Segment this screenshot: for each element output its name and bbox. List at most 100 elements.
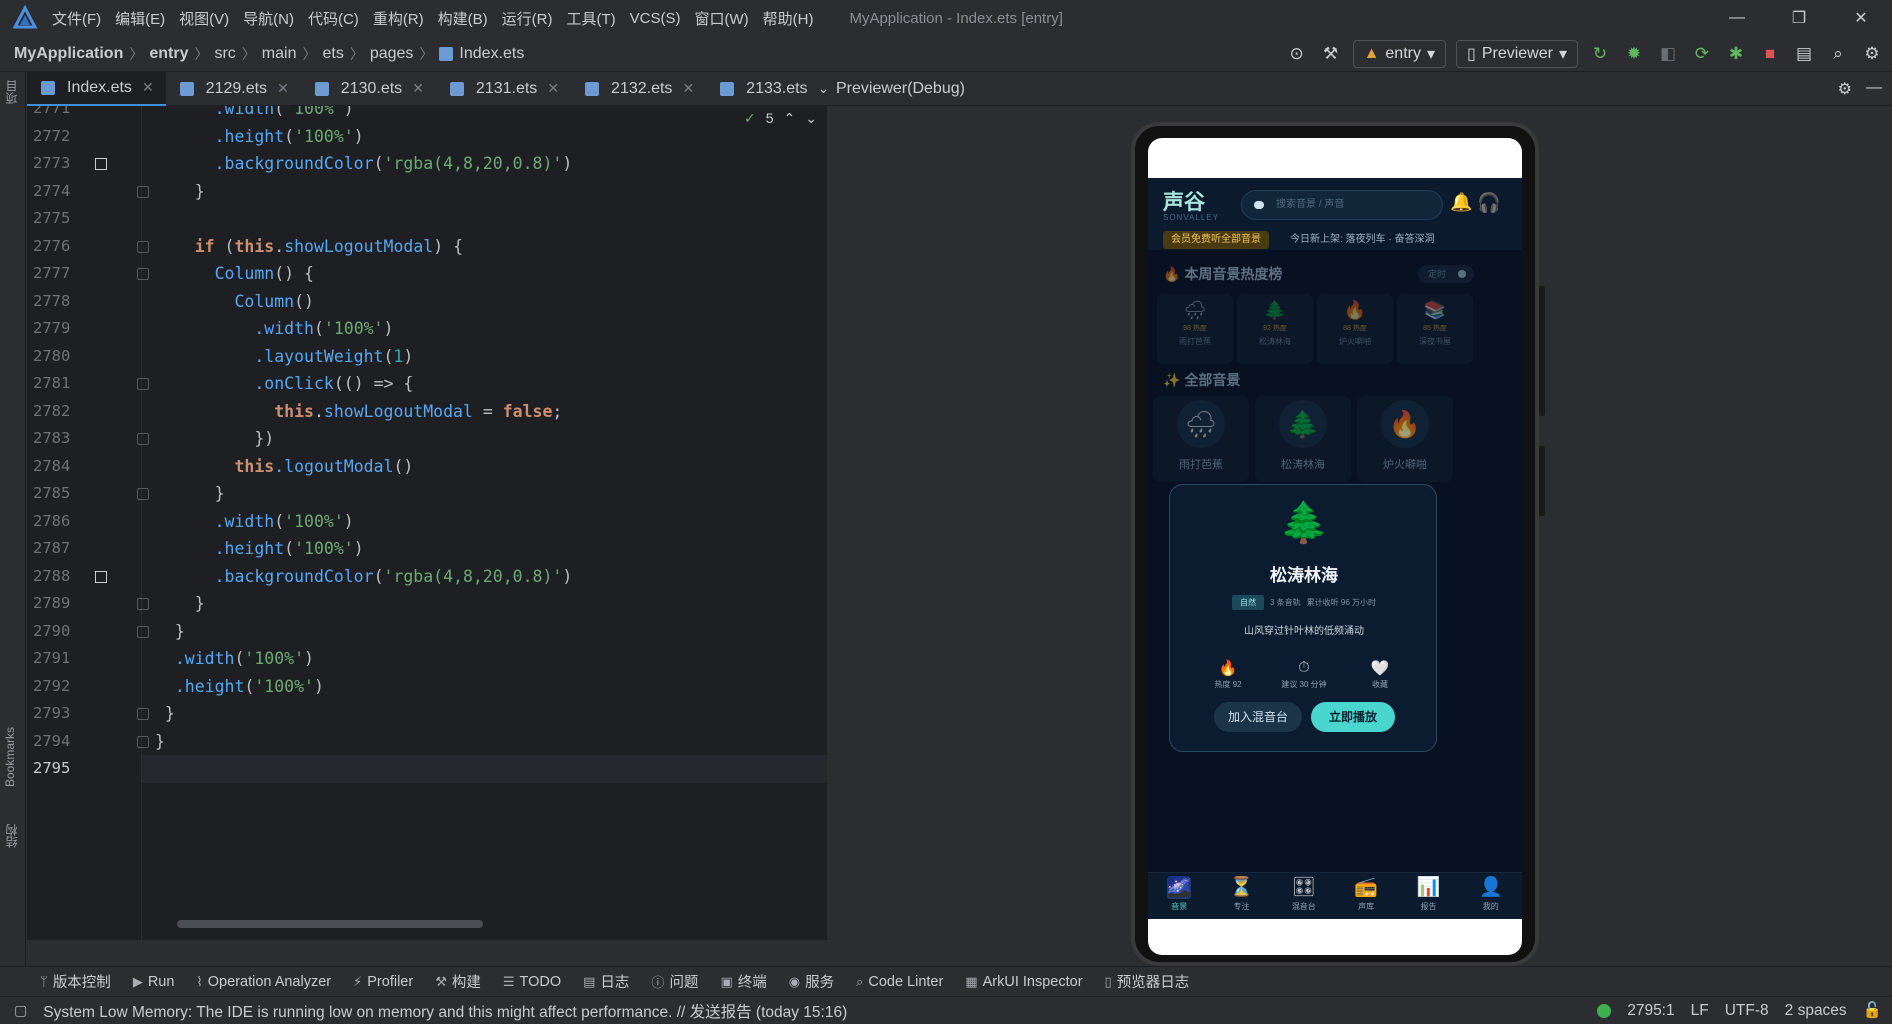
- code-line[interactable]: 2792 .height('100%'): [27, 673, 827, 701]
- nav-report[interactable]: 📊 报告: [1397, 873, 1459, 919]
- search-icon[interactable]: ⌕: [1826, 42, 1850, 66]
- menu-help[interactable]: 帮助(H): [763, 8, 814, 29]
- close-icon[interactable]: ✕: [547, 80, 559, 97]
- fold-marker-icon[interactable]: [137, 625, 149, 638]
- tool-log[interactable]: ▤ 日志: [583, 971, 629, 992]
- tab-index-ets[interactable]: Index.ets ✕: [27, 71, 166, 106]
- target-icon[interactable]: ⊙: [1285, 42, 1309, 66]
- play-now-button[interactable]: 立即播放: [1311, 702, 1395, 732]
- code-line[interactable]: 2784 this.logoutModal(): [27, 453, 827, 481]
- close-icon[interactable]: ✕: [142, 79, 154, 96]
- fold-marker-icon[interactable]: [137, 268, 149, 280]
- menu-window[interactable]: 窗口(W): [694, 8, 748, 29]
- close-icon[interactable]: ✕: [412, 80, 424, 97]
- tab-2132-ets[interactable]: 2132.ets ✕: [571, 72, 706, 106]
- code-line[interactable]: 2782 this.showLogoutModal = false;: [27, 398, 827, 426]
- device-selector[interactable]: ▯ Previewer ▾: [1456, 40, 1578, 68]
- apply-changes-icon[interactable]: ⟳: [1690, 42, 1714, 66]
- menu-view[interactable]: 视图(V): [179, 8, 229, 29]
- code-line[interactable]: 2772 .height('100%'): [27, 123, 827, 151]
- hammer-icon[interactable]: ⚒: [1319, 42, 1343, 66]
- tab-2129-ets[interactable]: 2129.ets ✕: [166, 72, 301, 106]
- hot-card[interactable]: 📚 85 热度 深夜书屋: [1397, 294, 1473, 364]
- nav-mixer[interactable]: 🎛 混音台: [1273, 873, 1335, 919]
- bell-icon[interactable]: 🔔: [1450, 192, 1472, 213]
- breadcrumb-ets[interactable]: ets: [322, 45, 343, 63]
- timer-toggle[interactable]: 定时: [1418, 265, 1474, 283]
- fold-marker-icon[interactable]: [137, 735, 149, 748]
- code-line[interactable]: 2776 if (this.showLogoutModal) {: [27, 233, 827, 261]
- tab-2131-ets[interactable]: 2131.ets ✕: [436, 72, 571, 106]
- code-line[interactable]: 2783 }): [27, 425, 827, 453]
- menu-vcs[interactable]: VCS(S): [630, 10, 681, 27]
- code-line[interactable]: 2794}: [27, 728, 827, 756]
- code-line[interactable]: 2791 .width('100%'): [27, 645, 827, 673]
- hot-card[interactable]: 🔥 88 热度 炉火噼啪: [1317, 294, 1393, 364]
- structure-tool-button[interactable]: 结构: [3, 824, 20, 848]
- tool-operation-analyzer[interactable]: ⌇ Operation Analyzer: [196, 974, 331, 990]
- status-ok-icon[interactable]: [1597, 1003, 1612, 1018]
- horizontal-scrollbar[interactable]: [177, 920, 483, 928]
- restore-button[interactable]: ❐: [1768, 0, 1830, 36]
- tool-code-linter[interactable]: ⌕ Code Linter: [856, 974, 943, 990]
- code-line[interactable]: 2789 }: [27, 590, 827, 618]
- nav-library[interactable]: 📻 声库: [1335, 873, 1397, 919]
- caret-position[interactable]: 2795:1: [1627, 1002, 1674, 1020]
- add-to-mixer-button[interactable]: 加入混音台: [1214, 702, 1302, 732]
- menu-edit[interactable]: 编辑(E): [115, 8, 165, 29]
- menu-run[interactable]: 运行(R): [502, 8, 553, 29]
- search-input[interactable]: 搜索音景 / 声音: [1241, 190, 1443, 220]
- status-message[interactable]: System Low Memory: The IDE is running lo…: [43, 1000, 847, 1022]
- code-line[interactable]: 2793 }: [27, 700, 827, 728]
- close-window-button[interactable]: ✕: [1830, 0, 1892, 36]
- breadcrumb-pages[interactable]: pages: [370, 45, 414, 63]
- minimize-panel-icon[interactable]: —: [1866, 79, 1882, 99]
- run-refresh-icon[interactable]: ↻: [1588, 42, 1612, 66]
- code-line[interactable]: 2775: [27, 205, 827, 233]
- gear-icon[interactable]: ⚙: [1860, 42, 1884, 66]
- minimize-button[interactable]: —: [1706, 0, 1768, 36]
- fold-marker-icon[interactable]: [137, 433, 149, 445]
- tab-2133-ets[interactable]: 2133.ets: [706, 72, 811, 106]
- tool-problems[interactable]: ⓘ 问题: [651, 971, 698, 992]
- tool-services[interactable]: ◉ 服务: [789, 971, 834, 992]
- bookmarks-tool-button[interactable]: Bookmarks: [3, 727, 17, 787]
- code-line[interactable]: 2788 .backgroundColor('rgba(4,8,20,0.8)'…: [27, 563, 827, 591]
- code-line[interactable]: 2773 .backgroundColor('rgba(4,8,20,0.8)'…: [27, 150, 827, 178]
- gutter-marker-icon[interactable]: [95, 570, 107, 583]
- gear-icon[interactable]: ⚙: [1838, 79, 1852, 99]
- code-editor[interactable]: ✓ 5 ⌃ ⌄ 2771 .width('100%') 2772 .height(…: [27, 106, 827, 940]
- tool-version-control[interactable]: ᛘ 版本控制: [40, 971, 111, 992]
- breadcrumb-file[interactable]: Index.ets: [459, 45, 524, 63]
- code-line[interactable]: 2787 .height('100%'): [27, 535, 827, 563]
- code-line[interactable]: 2778 Column(): [27, 288, 827, 316]
- indent-setting[interactable]: 2 spaces: [1785, 1002, 1847, 1020]
- hot-card[interactable]: 🌲 92 热度 松涛林海: [1237, 294, 1313, 364]
- fold-marker-icon[interactable]: [137, 598, 149, 610]
- menu-navigate[interactable]: 导航(N): [243, 8, 294, 29]
- file-encoding[interactable]: UTF-8: [1725, 1002, 1769, 1020]
- tool-run[interactable]: ▶ Run: [133, 974, 175, 990]
- nav-focus[interactable]: ⏳ 专注: [1210, 873, 1272, 919]
- soundscape-card[interactable]: 🌲 松涛林海: [1255, 396, 1351, 482]
- menu-code[interactable]: 代码(C): [308, 8, 359, 29]
- panel-toggle-icon[interactable]: ▢: [14, 1002, 27, 1019]
- code-line[interactable]: 2779 .width('100%'): [27, 315, 827, 343]
- module-selector[interactable]: ▲ entry ▾: [1352, 40, 1447, 68]
- close-icon[interactable]: ✕: [682, 80, 694, 97]
- code-line[interactable]: 2785 }: [27, 480, 827, 508]
- vip-badge[interactable]: 会员免费听全部音景: [1163, 231, 1269, 249]
- breadcrumb-project[interactable]: MyApplication: [14, 45, 123, 63]
- fold-marker-icon[interactable]: [137, 708, 149, 720]
- lock-icon[interactable]: 🔓: [1863, 1001, 1882, 1020]
- fold-marker-icon[interactable]: [137, 378, 149, 390]
- profile-icon[interactable]: ◧: [1656, 42, 1680, 66]
- soundscape-card[interactable]: 🔥 炉火噼啪: [1357, 396, 1453, 482]
- line-separator[interactable]: LF: [1691, 1002, 1709, 1020]
- debug-bug-icon[interactable]: ✹: [1622, 42, 1646, 66]
- code-line[interactable]: 2790 }: [27, 618, 827, 646]
- menu-tools[interactable]: 工具(T): [566, 8, 615, 29]
- code-line[interactable]: 2777 Column() {: [27, 260, 827, 288]
- headphones-icon[interactable]: 🎧: [1477, 191, 1501, 215]
- nav-profile[interactable]: 👤 我的: [1460, 873, 1522, 919]
